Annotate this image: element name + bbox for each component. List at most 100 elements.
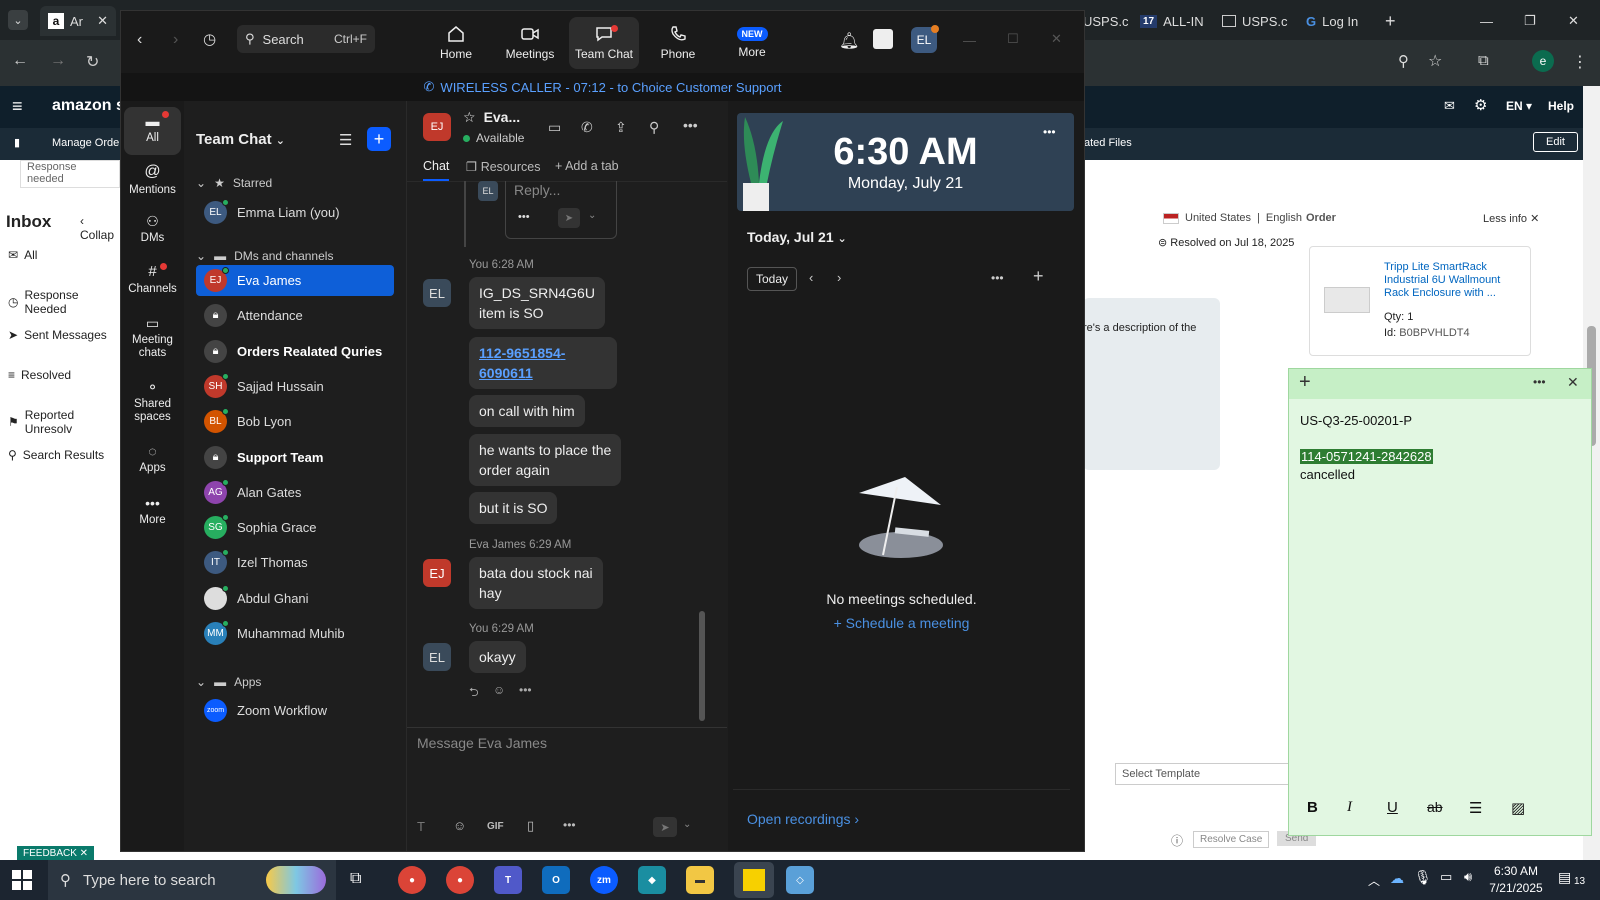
message-bubble[interactable]: on call with him xyxy=(469,395,585,427)
reload-icon[interactable]: ↻ xyxy=(86,52,99,72)
nav-resolved[interactable]: ≡ Resolved xyxy=(8,368,71,382)
extensions-puzzle-icon[interactable]: ⧉ xyxy=(1478,52,1489,69)
chrome-profile-taskbar-icon[interactable]: ● xyxy=(446,866,474,894)
dms-section-header[interactable]: ⌄ ▬ DMs and channels xyxy=(196,249,333,263)
today-button[interactable]: Today xyxy=(747,267,798,291)
new-chat-button[interactable]: + xyxy=(367,127,391,151)
chat-list-item[interactable]: zoom Zoom Workflow xyxy=(196,695,394,726)
task-view-icon[interactable]: ⧉ xyxy=(350,870,361,888)
back-arrow-icon[interactable]: ← xyxy=(12,52,28,70)
forward-arrow-icon[interactable]: → xyxy=(50,52,66,70)
chat-list-item[interactable]: AG Alan Gates xyxy=(196,477,394,508)
underline-icon[interactable]: U xyxy=(1387,799,1398,816)
edit-button[interactable]: Edit xyxy=(1533,132,1578,152)
chat-list-item[interactable]: 🔒︎ Attendance xyxy=(196,300,394,331)
file-explorer-taskbar-icon[interactable]: ▬ xyxy=(686,866,714,894)
feedback-button[interactable]: FEEDBACK ✕ xyxy=(17,846,95,861)
nav-response-needed[interactable]: ◷ Response Needed xyxy=(8,288,120,316)
nav-all[interactable]: ✉ All xyxy=(8,248,37,262)
chat-list-item[interactable]: 🔒︎ Support Team xyxy=(196,442,394,473)
zoom-magnifier-icon[interactable]: ⚲ xyxy=(1398,52,1409,70)
next-day-chevron-icon[interactable]: › xyxy=(837,270,841,285)
nav-reported-unresolved[interactable]: ⚑ Reported Unresolv xyxy=(8,408,120,436)
composer-more-icon[interactable]: ••• xyxy=(563,818,576,832)
forward-chevron-icon[interactable]: › xyxy=(173,31,178,49)
reply-placeholder[interactable]: Reply... xyxy=(514,182,560,198)
windows-start-icon[interactable] xyxy=(12,870,32,890)
related-files-tab[interactable]: ated Files xyxy=(1084,137,1132,149)
rail-channels[interactable]: # Channels xyxy=(124,263,181,296)
sticky-notes-taskbar-active[interactable] xyxy=(734,862,774,898)
phone-call-icon[interactable]: ✆ xyxy=(581,119,593,136)
schedule-meeting-link[interactable]: + Schedule a meeting xyxy=(733,615,1070,631)
order-link[interactable]: - xyxy=(561,345,566,361)
window-minimize-button[interactable]: — xyxy=(1480,6,1493,36)
notification-bell-icon[interactable]: 🔔︎ xyxy=(839,31,859,51)
note-line-3[interactable]: cancelled xyxy=(1300,467,1355,482)
onedrive-cloud-icon[interactable]: ☁ xyxy=(1390,870,1404,887)
rail-meeting-chats[interactable]: ▭ Meeting chats xyxy=(124,315,181,361)
nav-sent-messages[interactable]: ➤ Sent Messages xyxy=(8,328,107,342)
contact-avatar[interactable]: EJ xyxy=(423,113,451,141)
tab-chat[interactable]: Chat xyxy=(423,159,450,181)
reply-more-icon[interactable]: ••• xyxy=(518,211,530,223)
browser-tab-amazon[interactable]: a Ar ✕ xyxy=(40,6,116,36)
collapse-button[interactable]: ‹ Collap xyxy=(80,214,120,242)
microphone-icon[interactable]: 🎙︎ xyxy=(1414,869,1432,886)
window-minimize-button[interactable]: — xyxy=(963,33,976,48)
star-icon[interactable]: ☆ xyxy=(463,109,476,126)
message-bubble[interactable]: okayy xyxy=(469,641,526,673)
select-template-dropdown[interactable]: Select Template xyxy=(1115,763,1291,785)
window-close-button[interactable]: ✕ xyxy=(1568,6,1579,36)
teams-taskbar-icon[interactable]: T xyxy=(494,866,522,894)
team-chat-title[interactable]: Team Chat ⌄ xyxy=(196,131,285,148)
nav-more[interactable]: NEW More xyxy=(717,17,787,69)
zoom-search-bar[interactable]: ⚲ Search Ctrl+F xyxy=(237,25,375,53)
bullet-list-icon[interactable]: ☰ xyxy=(1469,799,1482,817)
bookmark-star-icon[interactable]: ☆ xyxy=(1428,51,1442,71)
nav-phone[interactable]: Phone xyxy=(643,17,713,69)
app-taskbar-icon[interactable]: ◆ xyxy=(638,866,666,894)
show-hidden-icons-chevron-icon[interactable]: ︿ xyxy=(1368,872,1380,889)
message-bubble[interactable]: bata dou stock nai hay xyxy=(469,557,603,609)
chevron-down-icon[interactable]: ⌄ xyxy=(588,210,596,221)
product-title-link[interactable]: Tripp Lite SmartRack Industrial 6U Wallm… xyxy=(1384,261,1524,300)
bold-icon[interactable]: B xyxy=(1307,799,1318,816)
profile-avatar[interactable]: e xyxy=(1532,50,1554,72)
gif-button[interactable]: GIF xyxy=(487,821,504,832)
hamburger-menu-icon[interactable]: ≡ xyxy=(12,96,23,117)
message-sender-avatar[interactable]: EJ xyxy=(423,559,451,587)
reply-thread-icon[interactable]: ⮌ xyxy=(469,683,479,704)
window-restore-button[interactable]: ❐ xyxy=(1524,6,1536,36)
text-format-icon[interactable]: T xyxy=(417,819,425,834)
thread-reply-box[interactable]: EL Reply... ••• ➤ ⌄ xyxy=(478,181,617,239)
chat-list-item[interactable]: IT Izel Thomas xyxy=(196,547,394,578)
rail-shared-spaces[interactable]: ⚬ Shared spaces xyxy=(124,379,181,425)
order-link[interactable]: 6090 xyxy=(479,365,510,381)
rail-more[interactable]: ••• More xyxy=(124,495,181,527)
tab-close-icon[interactable]: ✕ xyxy=(97,13,108,29)
bookmark-icon[interactable]: ▮ xyxy=(14,136,20,149)
zoom-taskbar-icon[interactable]: zm xyxy=(590,866,618,894)
strikethrough-icon[interactable]: ab xyxy=(1427,799,1443,815)
add-event-button[interactable]: + xyxy=(1033,266,1044,287)
network-icon[interactable]: ▭ xyxy=(1440,869,1452,885)
message-more-icon[interactable]: ••• xyxy=(519,683,532,697)
manage-orders-link[interactable]: Manage Order xyxy=(52,137,123,149)
browser-tab-usps-1[interactable]: USPS.c xyxy=(1083,6,1129,36)
search-icon[interactable]: ⚲ xyxy=(649,119,659,136)
emoji-icon[interactable]: ☺ xyxy=(453,818,466,833)
close-note-icon[interactable]: ✕ xyxy=(1567,374,1579,391)
tab-search-button[interactable]: ⌄ xyxy=(8,10,28,30)
filter-icon[interactable]: ☰ xyxy=(339,131,352,149)
browser-tab-allin[interactable]: 17 ALL-IN xyxy=(1140,6,1204,36)
nav-meetings[interactable]: Meetings xyxy=(495,17,565,69)
rail-mentions[interactable]: @ Mentions xyxy=(124,163,181,198)
browser-tab-usps-2[interactable]: USPS.c xyxy=(1222,6,1288,36)
contact-header[interactable]: ☆ Eva... xyxy=(463,109,520,126)
add-note-button[interactable]: + xyxy=(1299,371,1311,394)
resolve-case-button[interactable]: Resolve Case xyxy=(1193,831,1270,848)
rail-dms[interactable]: ⚇ DMs xyxy=(124,213,181,245)
order-link[interactable]: 611 xyxy=(510,365,533,381)
volume-icon[interactable]: 🔊︎ xyxy=(1464,869,1472,885)
